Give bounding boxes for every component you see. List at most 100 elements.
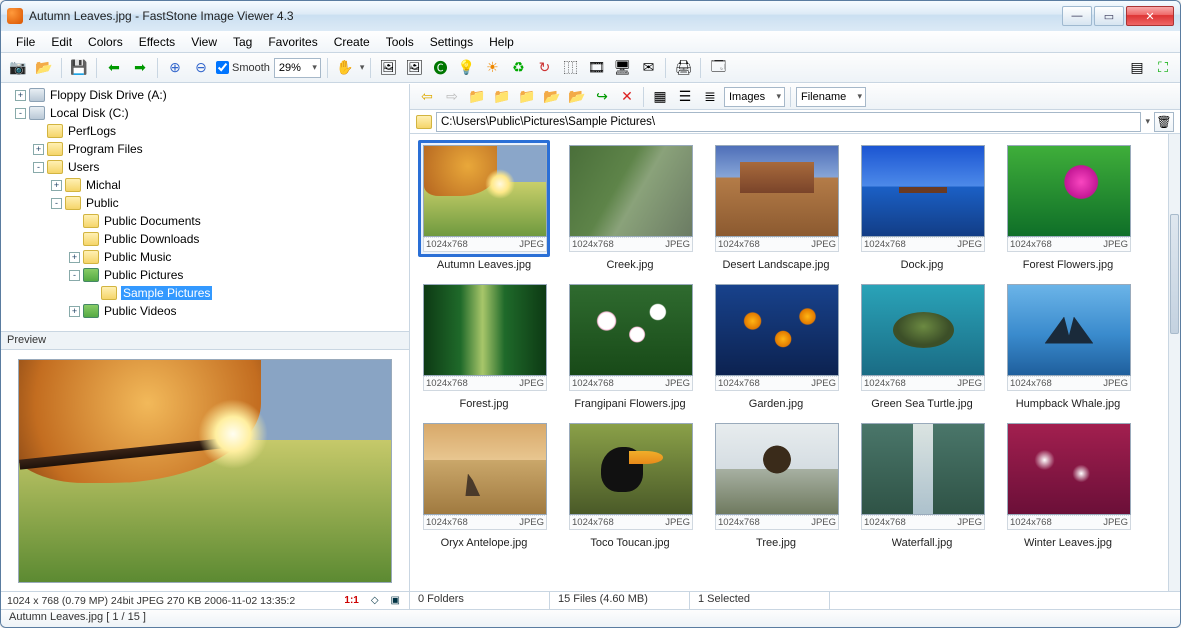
- zoom-select[interactable]: 29%: [274, 58, 321, 78]
- close-button[interactable]: ✕: [1126, 6, 1174, 26]
- smooth-check-input[interactable]: [216, 61, 229, 74]
- tree-expander-icon[interactable]: +: [15, 90, 26, 101]
- smooth-checkbox[interactable]: Smooth: [216, 61, 270, 74]
- nav-forward-icon[interactable]: ⇨: [441, 86, 463, 108]
- nav-back-icon[interactable]: ⇦: [416, 86, 438, 108]
- zoom-out-icon[interactable]: ⊖: [190, 57, 212, 79]
- tree-item[interactable]: -Public: [5, 194, 405, 212]
- thumbnail[interactable]: 1024x768JPEGOryx Antelope.jpg: [414, 418, 554, 549]
- tree-expander-icon[interactable]: -: [33, 162, 44, 173]
- forward-icon[interactable]: ➡: [129, 57, 151, 79]
- tree-item[interactable]: Public Downloads: [5, 230, 405, 248]
- preview-pane[interactable]: [1, 350, 409, 591]
- tree-expander-icon[interactable]: +: [69, 252, 80, 263]
- tool-compare-icon[interactable]: ⿲: [559, 57, 581, 79]
- maximize-button[interactable]: ▭: [1094, 6, 1124, 26]
- menu-help[interactable]: Help: [482, 33, 521, 51]
- tree-expander-icon[interactable]: -: [51, 198, 62, 209]
- thumbnail[interactable]: 1024x768JPEGGreen Sea Turtle.jpg: [852, 279, 992, 410]
- thumbnail[interactable]: 1024x768JPEGToco Toucan.jpg: [560, 418, 700, 549]
- thumbnail-grid[interactable]: 1024x768JPEGAutumn Leaves.jpg1024x768JPE…: [410, 134, 1168, 591]
- nav-tag-icon[interactable]: 📂: [566, 86, 588, 108]
- thumbnail[interactable]: 1024x768JPEGForest.jpg: [414, 279, 554, 410]
- tool-color-icon[interactable]: ☀: [481, 57, 503, 79]
- tree-item[interactable]: -Users: [5, 158, 405, 176]
- acquire-icon[interactable]: 📷: [7, 57, 29, 79]
- thumbnail[interactable]: 1024x768JPEGTree.jpg: [706, 418, 846, 549]
- thumbnail[interactable]: 1024x768JPEGCreek.jpg: [560, 140, 700, 271]
- menu-create[interactable]: Create: [327, 33, 377, 51]
- preview-1to1-button[interactable]: 1:1: [341, 594, 361, 607]
- view-details-icon[interactable]: ☰: [674, 86, 696, 108]
- tree-item[interactable]: +Public Music: [5, 248, 405, 266]
- tree-expander-icon[interactable]: +: [33, 144, 44, 155]
- tree-item[interactable]: PerfLogs: [5, 122, 405, 140]
- thumbnail[interactable]: 1024x768JPEGWinter Leaves.jpg: [998, 418, 1138, 549]
- tool-screen-icon[interactable]: 🖥: [611, 57, 633, 79]
- tool-rotate-icon[interactable]: ↻: [533, 57, 555, 79]
- tree-item[interactable]: +Program Files: [5, 140, 405, 158]
- layout-toggle-icon[interactable]: ▤: [1126, 57, 1148, 79]
- tool-bulb-icon[interactable]: 💡: [455, 57, 477, 79]
- nav-refresh-icon[interactable]: 📂: [541, 86, 563, 108]
- tool-canvas-icon[interactable]: 🅒: [429, 57, 451, 79]
- menu-settings[interactable]: Settings: [423, 33, 480, 51]
- view-thumbs-icon[interactable]: ▦: [649, 86, 671, 108]
- path-dropdown-icon[interactable]: ▾: [1145, 116, 1150, 127]
- preview-fit-icon[interactable]: ◇: [368, 594, 382, 607]
- thumbnail[interactable]: 1024x768JPEGFrangipani Flowers.jpg: [560, 279, 700, 410]
- save-icon[interactable]: 💾: [68, 57, 90, 79]
- menu-effects[interactable]: Effects: [132, 33, 182, 51]
- hand-dropdown-icon[interactable]: ▾: [360, 62, 365, 73]
- preview-next-icon[interactable]: ▣: [388, 594, 403, 607]
- tree-expander-icon[interactable]: -: [15, 108, 26, 119]
- tool-email-icon[interactable]: ✉: [637, 57, 659, 79]
- thumbnail[interactable]: 1024x768JPEGGarden.jpg: [706, 279, 846, 410]
- titlebar[interactable]: Autumn Leaves.jpg - FastStone Image View…: [1, 1, 1180, 31]
- fullscreen-icon[interactable]: ⛶: [1152, 57, 1174, 79]
- tree-expander-icon[interactable]: +: [51, 180, 62, 191]
- tree-expander-icon[interactable]: +: [69, 306, 80, 317]
- tool-print-icon[interactable]: 🖨: [672, 57, 694, 79]
- nav-delete-icon[interactable]: ✕: [616, 86, 638, 108]
- tree-expander-icon[interactable]: -: [69, 270, 80, 281]
- recycle-bin-icon[interactable]: 🗑: [1154, 112, 1174, 132]
- filter-select[interactable]: Images: [724, 87, 785, 107]
- thumbnail[interactable]: 1024x768JPEGForest Flowers.jpg: [998, 140, 1138, 271]
- tree-item[interactable]: +Public Videos: [5, 302, 405, 320]
- scrollbar[interactable]: [1168, 134, 1180, 591]
- tool-settings-icon[interactable]: 🗔: [707, 57, 729, 79]
- tree-item[interactable]: Public Documents: [5, 212, 405, 230]
- sort-select[interactable]: Filename: [796, 87, 866, 107]
- menu-tag[interactable]: Tag: [226, 33, 259, 51]
- tree-item[interactable]: -Local Disk (C:): [5, 104, 405, 122]
- tool-redeye-icon[interactable]: ♻: [507, 57, 529, 79]
- tree-item[interactable]: +Floppy Disk Drive (A:): [5, 86, 405, 104]
- thumbnail[interactable]: 1024x768JPEGWaterfall.jpg: [852, 418, 992, 549]
- menu-edit[interactable]: Edit: [44, 33, 79, 51]
- thumbnail[interactable]: 1024x768JPEGDock.jpg: [852, 140, 992, 271]
- back-icon[interactable]: ⬅: [103, 57, 125, 79]
- zoom-in-icon[interactable]: ⊕: [164, 57, 186, 79]
- minimize-button[interactable]: —: [1062, 6, 1092, 26]
- tree-item[interactable]: -Public Pictures: [5, 266, 405, 284]
- tree-item[interactable]: +Michal: [5, 176, 405, 194]
- menu-favorites[interactable]: Favorites: [261, 33, 324, 51]
- view-list-icon[interactable]: ≣: [699, 86, 721, 108]
- open-icon[interactable]: 📂: [33, 57, 55, 79]
- tool-slideshow-icon[interactable]: 🎞: [585, 57, 607, 79]
- thumbnail[interactable]: 1024x768JPEGDesert Landscape.jpg: [706, 140, 846, 271]
- menu-view[interactable]: View: [184, 33, 224, 51]
- nav-home-icon[interactable]: 📁: [491, 86, 513, 108]
- thumbnail[interactable]: 1024x768JPEGAutumn Leaves.jpg: [414, 140, 554, 271]
- folder-tree[interactable]: +Floppy Disk Drive (A:)-Local Disk (C:)P…: [1, 84, 409, 332]
- menu-file[interactable]: File: [9, 33, 42, 51]
- nav-up-icon[interactable]: 📁: [466, 86, 488, 108]
- hand-icon[interactable]: ✋: [334, 57, 356, 79]
- tool-clone-icon[interactable]: 🖼: [377, 57, 399, 79]
- menu-colors[interactable]: Colors: [81, 33, 130, 51]
- nav-fav-icon[interactable]: 📁: [516, 86, 538, 108]
- nav-export-icon[interactable]: ↪: [591, 86, 613, 108]
- tree-item[interactable]: Sample Pictures: [5, 284, 405, 302]
- tool-resize-icon[interactable]: 🖼: [403, 57, 425, 79]
